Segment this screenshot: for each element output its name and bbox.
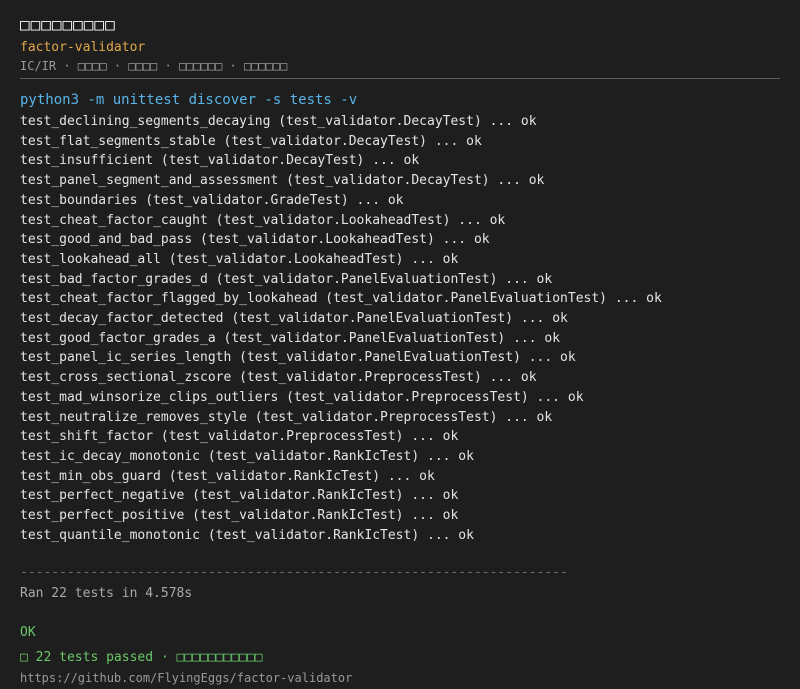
test-result-line: test_min_obs_guard (test_validator.RankI… (20, 468, 435, 484)
ok-status: OK (20, 625, 36, 641)
test-result-line: test_decay_factor_detected (test_validat… (20, 311, 568, 327)
test-result-line: test_insufficient (test_validator.DecayT… (20, 153, 420, 169)
tag-line: IC/IR · □□□□ · □□□□ · □□□□□□ · □□□□□□ (20, 59, 288, 73)
test-list: test_declining_segments_decaying (test_v… (20, 112, 780, 545)
page-title: □□□□□□□□□ (20, 15, 116, 34)
test-result-line: test_panel_ic_series_length (test_valida… (20, 350, 576, 366)
test-result-line: test_bad_factor_grades_d (test_validator… (20, 271, 553, 287)
test-result-line: test_perfect_negative (test_validator.Ra… (20, 488, 459, 504)
separator-line: ----------------------------------------… (20, 565, 568, 581)
test-result-line: test_lookahead_all (test_validator.Looka… (20, 251, 459, 267)
project-name: factor-validator (20, 40, 146, 55)
terminal-output: □□□□□□□□□ factor-validator IC/IR · □□□□ … (20, 14, 780, 686)
header-divider (20, 78, 780, 79)
test-result-line: test_good_and_bad_pass (test_validator.L… (20, 232, 490, 248)
test-result-line: test_panel_segment_and_assessment (test_… (20, 173, 545, 189)
test-result-line: test_declining_segments_decaying (test_v… (20, 114, 537, 129)
command-line: python3 -m unittest discover -s tests -v (20, 92, 358, 108)
test-result-line: test_ic_decay_monotonic (test_validator.… (20, 448, 474, 464)
test-result-line: test_boundaries (test_validator.GradeTes… (20, 192, 404, 208)
test-result-line: test_neutralize_removes_style (test_vali… (20, 409, 553, 425)
test-result-line: test_good_factor_grades_a (test_validato… (20, 330, 561, 346)
test-result-line: test_cheat_factor_flagged_by_lookahead (… (20, 291, 662, 307)
run-summary: Ran 22 tests in 4.578s (20, 586, 193, 602)
passed-summary: □ 22 tests passed · □□□□□□□□□□□ (20, 650, 263, 666)
test-result-line: test_cross_sectional_zscore (test_valida… (20, 370, 537, 386)
test-result-line: test_perfect_positive (test_validator.Ra… (20, 508, 459, 524)
test-result-line: test_shift_factor (test_validator.Prepro… (20, 429, 459, 445)
repo-url: https://github.com/FlyingEggs/factor-val… (20, 671, 353, 686)
test-result-line: test_cheat_factor_caught (test_validator… (20, 212, 506, 228)
test-result-line: test_quantile_monotonic (test_validator.… (20, 527, 474, 543)
test-result-line: test_flat_segments_stable (test_validato… (20, 133, 482, 149)
test-result-line: test_mad_winsorize_clips_outliers (test_… (20, 389, 584, 405)
